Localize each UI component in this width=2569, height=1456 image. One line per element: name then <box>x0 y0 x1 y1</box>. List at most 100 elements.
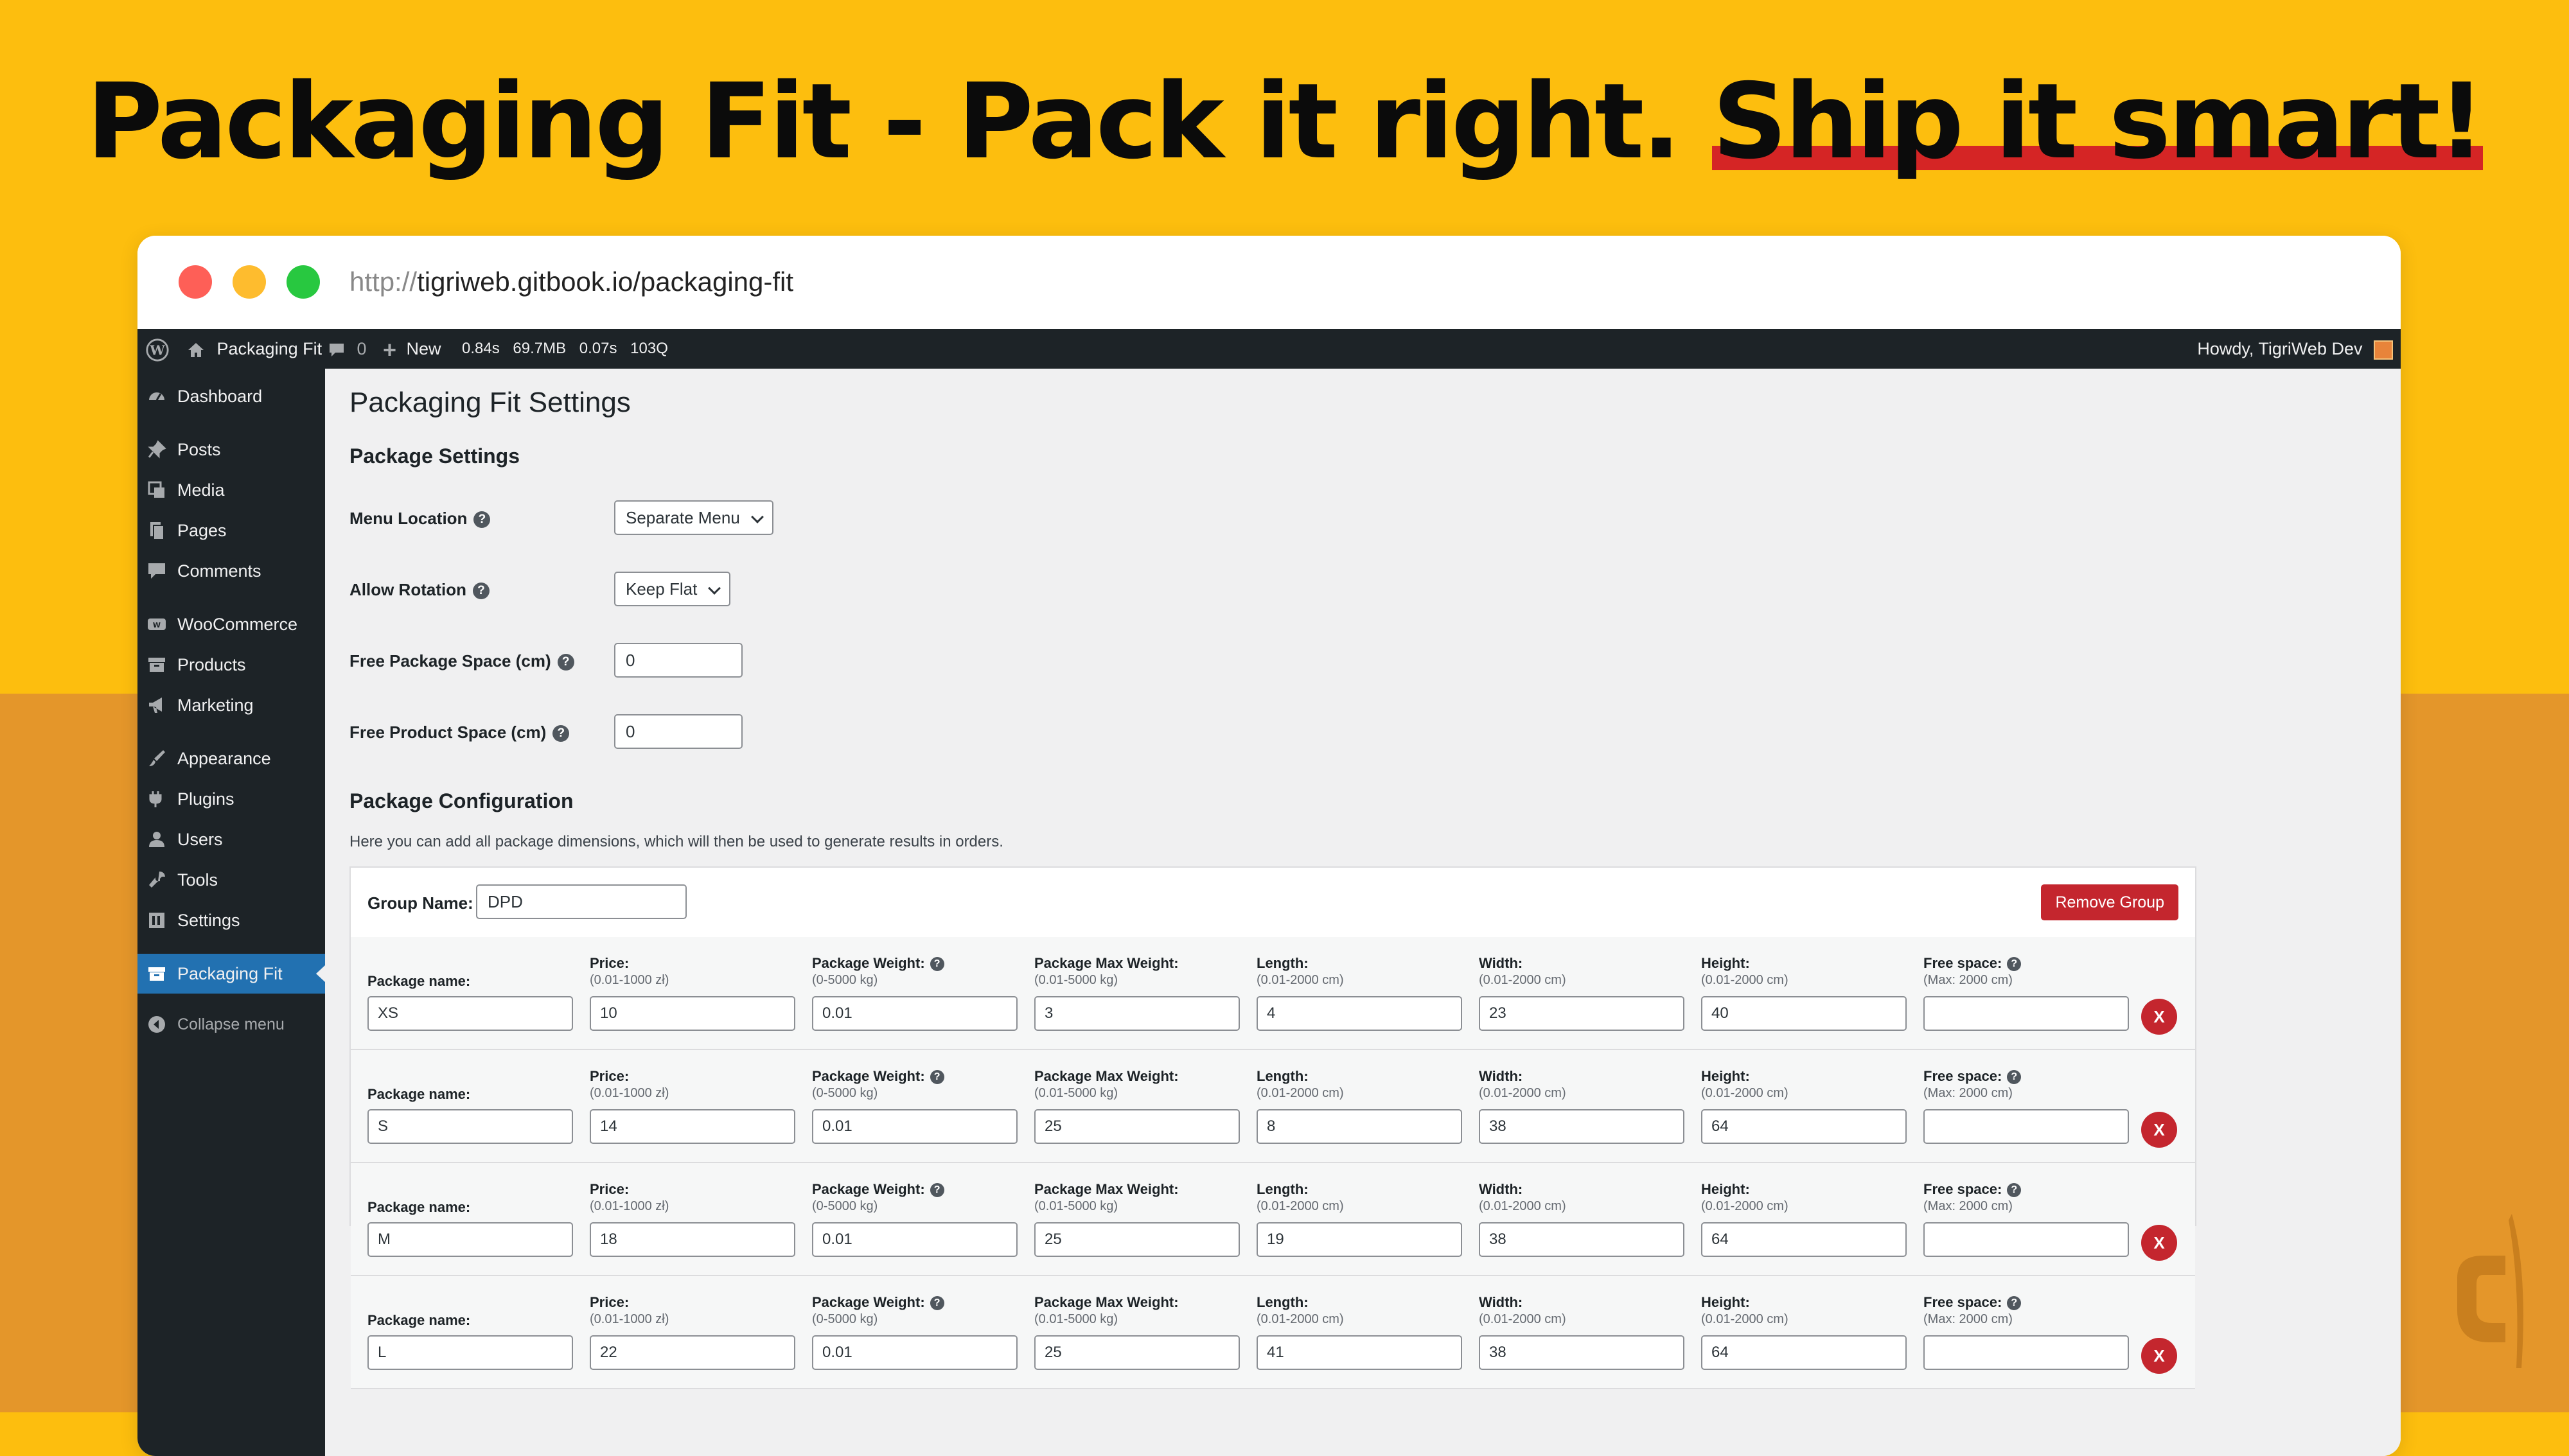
column-label: Width: <box>1479 955 1523 971</box>
sidebar-item-pages[interactable]: Pages <box>137 511 325 550</box>
group-name-input[interactable]: DPD <box>476 884 687 919</box>
weight-input[interactable]: 0.01 <box>812 1335 1018 1370</box>
height-input[interactable]: 64 <box>1701 1109 1907 1144</box>
sidebar-item-plugins[interactable]: Plugins <box>137 779 325 819</box>
max-weight-input[interactable]: 25 <box>1034 1222 1240 1257</box>
help-icon[interactable]: ? <box>930 1296 944 1311</box>
weight-input[interactable]: 0.01 <box>812 996 1018 1031</box>
sidebar-item-appearance[interactable]: Appearance <box>137 739 325 778</box>
width-input[interactable]: 38 <box>1479 1109 1684 1144</box>
svg-text:W: W <box>153 621 161 629</box>
price-input[interactable]: 22 <box>590 1335 795 1370</box>
length-input[interactable]: 8 <box>1257 1109 1462 1144</box>
woo-icon: W <box>148 618 166 630</box>
column-label: Length: <box>1257 1068 1309 1084</box>
maximize-window-button[interactable] <box>287 265 320 299</box>
help-icon[interactable]: ? <box>552 725 570 742</box>
width-input[interactable]: 38 <box>1479 1222 1684 1257</box>
delete-package-button[interactable]: X <box>2141 1225 2177 1261</box>
admin-bar-comments[interactable]: 0 <box>328 329 367 369</box>
help-icon[interactable]: ? <box>2007 1070 2022 1085</box>
price-input[interactable]: 18 <box>590 1222 795 1257</box>
length-input[interactable]: 19 <box>1257 1222 1462 1257</box>
delete-package-button[interactable]: X <box>2141 1338 2177 1374</box>
sidebar-item-users[interactable]: Users <box>137 820 325 859</box>
price-input[interactable]: 10 <box>590 996 795 1031</box>
package-configuration-description: Here you can add all package dimensions,… <box>349 833 1003 850</box>
width-input[interactable]: 23 <box>1479 996 1684 1031</box>
admin-bar-account[interactable]: Howdy, TigriWeb Dev <box>2197 329 2393 369</box>
length-input[interactable]: 4 <box>1257 996 1462 1031</box>
allow-rotation-label: Allow Rotation? <box>349 580 490 600</box>
sidebar-collapse-menu[interactable]: Collapse menu <box>137 1004 325 1044</box>
height-input[interactable]: 64 <box>1701 1335 1907 1370</box>
minimize-window-button[interactable] <box>233 265 266 299</box>
sidebar-item-posts[interactable]: Posts <box>137 430 325 469</box>
help-icon[interactable]: ? <box>2007 1296 2022 1311</box>
weight-input[interactable]: 0.01 <box>812 1109 1018 1144</box>
sidebar-item-comments[interactable]: Comments <box>137 551 325 591</box>
column-label: Package Weight:? <box>812 955 944 972</box>
help-icon[interactable]: ? <box>473 511 491 529</box>
column-range: (Max: 2000 cm) <box>1923 1199 2013 1213</box>
menu-location-select[interactable]: Separate Menu <box>614 500 773 535</box>
help-icon[interactable]: ? <box>2007 1183 2022 1198</box>
help-icon[interactable]: ? <box>930 957 944 972</box>
free-product-space-input[interactable]: 0 <box>614 714 743 749</box>
column-label: Package Weight:? <box>812 1068 944 1085</box>
max-weight-input[interactable]: 25 <box>1034 1109 1240 1144</box>
sidebar-item-woocommerce[interactable]: W WooCommerce <box>137 604 325 644</box>
weight-input[interactable]: 0.01 <box>812 1222 1018 1257</box>
remove-group-button[interactable]: Remove Group <box>2041 884 2178 920</box>
name-input[interactable]: XS <box>367 996 573 1031</box>
column-range: (0.01-2000 cm) <box>1701 973 1788 987</box>
max-weight-input[interactable]: 3 <box>1034 996 1240 1031</box>
package-group: Group Name: DPD Remove Group Package nam… <box>349 866 2196 1389</box>
help-icon[interactable]: ? <box>557 654 574 671</box>
free-space-input[interactable] <box>1923 996 2129 1031</box>
free-package-space-label: Free Package Space (cm)? <box>349 651 574 671</box>
sidebar-item-tools[interactable]: Tools <box>137 860 325 900</box>
column-label: Free space:? <box>1923 1294 2022 1311</box>
tigriweb-logo-icon <box>2457 1214 2523 1368</box>
sidebar-item-marketing[interactable]: Marketing <box>137 685 325 725</box>
length-input[interactable]: 41 <box>1257 1335 1462 1370</box>
sidebar-item-packaging-fit[interactable]: Packaging Fit <box>137 954 325 994</box>
help-icon[interactable]: ? <box>472 583 490 600</box>
height-input[interactable]: 64 <box>1701 1222 1907 1257</box>
url-text: tigriweb.gitbook.io/packaging-fit <box>417 267 794 297</box>
help-icon[interactable]: ? <box>930 1070 944 1085</box>
width-input[interactable]: 38 <box>1479 1335 1684 1370</box>
sidebar-item-settings[interactable]: Settings <box>137 900 325 940</box>
home-icon <box>188 342 204 357</box>
allow-rotation-select[interactable]: Keep Flat <box>614 572 731 606</box>
close-window-button[interactable] <box>179 265 212 299</box>
package-configuration-heading: Package Configuration <box>349 789 574 812</box>
address-bar[interactable]: http://tigriweb.gitbook.io/packaging-fit <box>349 261 793 303</box>
free-package-space-input[interactable]: 0 <box>614 643 743 678</box>
sidebar-item-dashboard[interactable]: Dashboard <box>137 376 325 416</box>
price-input[interactable]: 14 <box>590 1109 795 1144</box>
delete-package-button[interactable]: X <box>2141 1112 2177 1148</box>
delete-package-button[interactable]: X <box>2141 999 2177 1035</box>
wordpress-logo-icon[interactable]: W <box>145 329 170 369</box>
name-input[interactable]: S <box>367 1109 573 1144</box>
free-space-input[interactable] <box>1923 1109 2129 1144</box>
admin-bar-new[interactable]: + New <box>383 329 441 369</box>
admin-bar-stats[interactable]: 0.84s 69.7MB 0.07s 103Q <box>462 329 668 369</box>
help-icon[interactable]: ? <box>930 1183 944 1198</box>
package-settings-heading: Package Settings <box>349 444 520 468</box>
name-input[interactable]: M <box>367 1222 573 1257</box>
max-weight-input[interactable]: 25 <box>1034 1335 1240 1370</box>
help-icon[interactable]: ? <box>2007 957 2022 972</box>
sidebar-item-media[interactable]: Media <box>137 470 325 510</box>
admin-bar-site[interactable]: Packaging Fit <box>186 329 322 369</box>
sidebar-item-products[interactable]: Products <box>137 645 325 685</box>
package-row: Package name: XS Price: (0.01-1000 zł) 10 Pac… <box>351 937 2195 1050</box>
column-range: (0.01-2000 cm) <box>1479 1086 1566 1100</box>
name-input[interactable]: L <box>367 1335 573 1370</box>
column-label: Package Max Weight: <box>1034 1294 1179 1310</box>
free-space-input[interactable] <box>1923 1335 2129 1370</box>
free-space-input[interactable] <box>1923 1222 2129 1257</box>
height-input[interactable]: 40 <box>1701 996 1907 1031</box>
